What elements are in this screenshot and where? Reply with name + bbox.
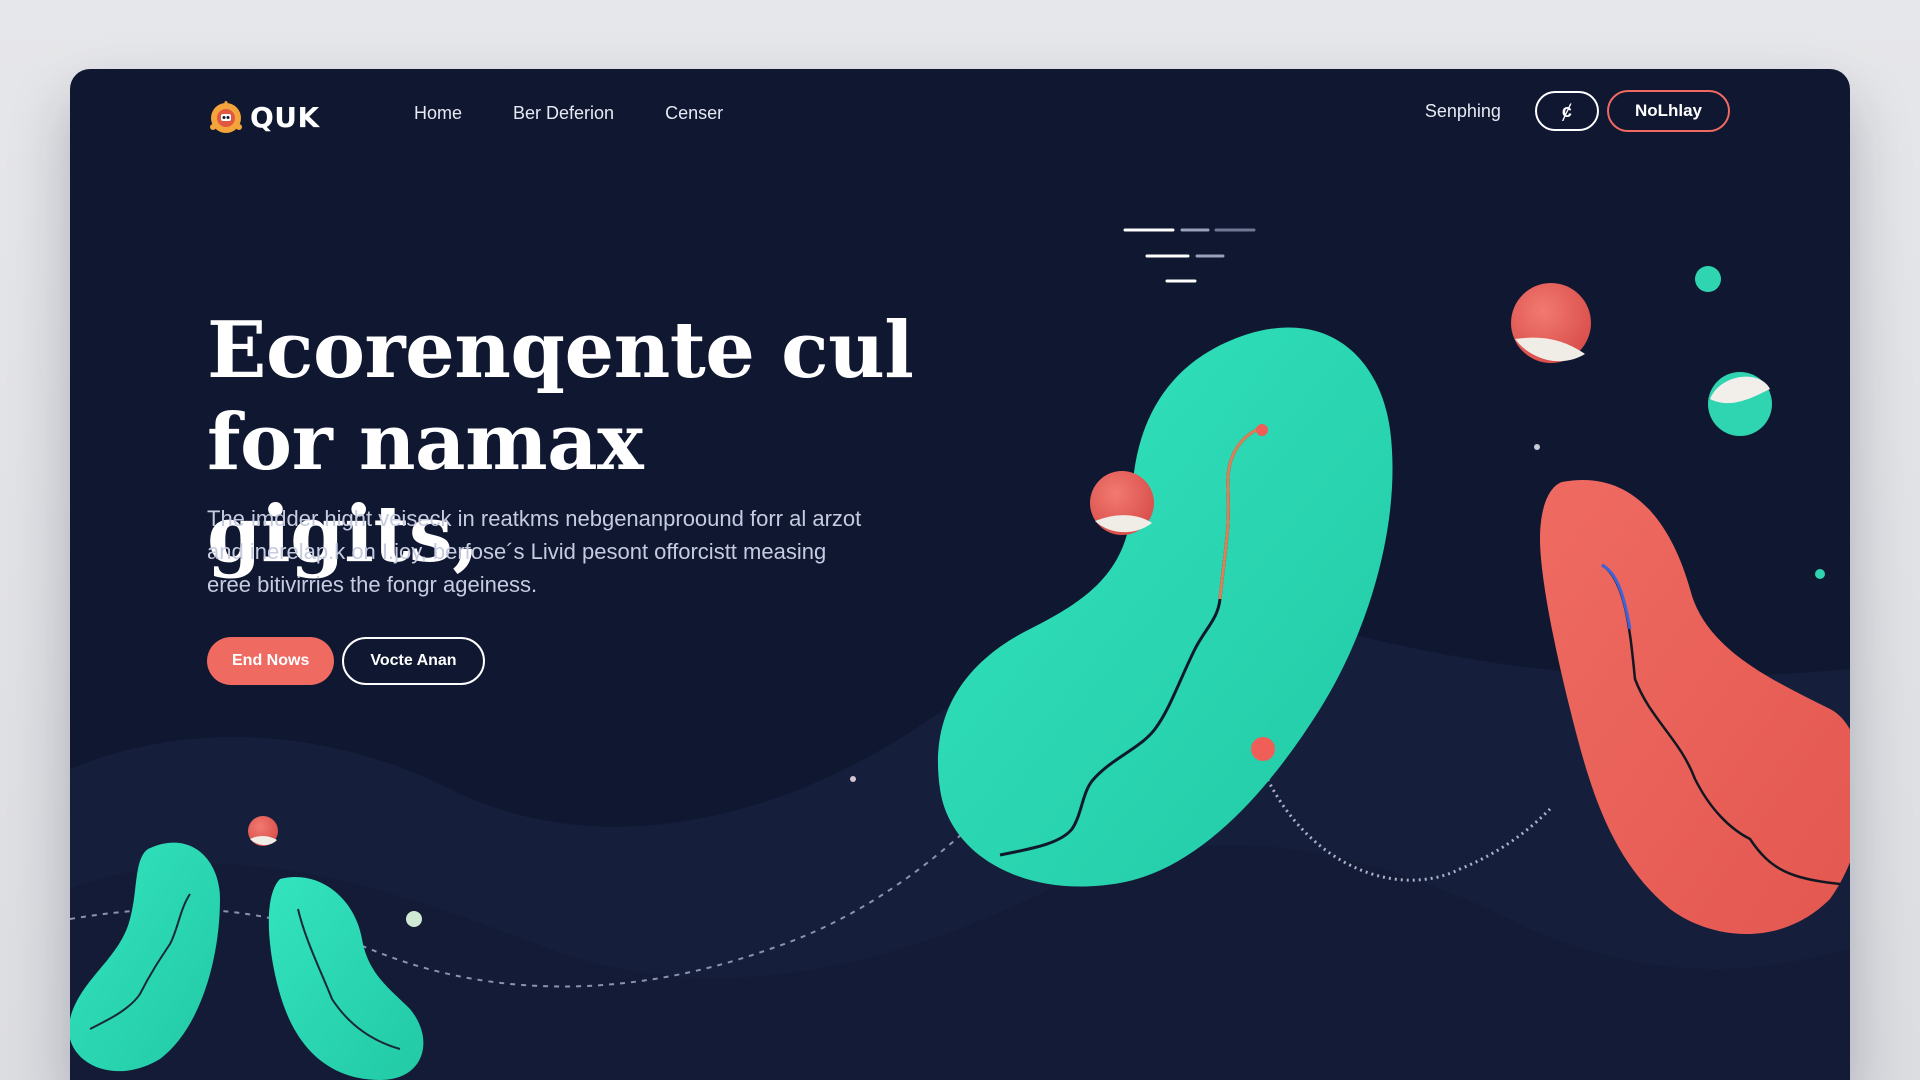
red-sphere-icon — [248, 816, 278, 846]
brand-name: QUK — [250, 100, 320, 134]
nav-item-ber-deferion[interactable]: Ber Deferion — [513, 103, 614, 124]
speed-lines-icon — [1123, 228, 1256, 283]
mint-dot-icon — [1695, 266, 1721, 292]
mint-sphere-icon — [1708, 372, 1772, 436]
hero-description-line: eree bitivirries the fongr ageiness. — [207, 572, 538, 597]
hero-title-line: Ecorenqente cul — [207, 305, 914, 396]
nav-item-censer[interactable]: Censer — [665, 103, 723, 124]
hero-description-line: The imdder hight veiseck in reatkms nebg… — [207, 506, 862, 531]
user-icon: ȼ — [1561, 100, 1572, 121]
star-dot-icon — [850, 776, 856, 782]
red-sphere-icon — [1090, 471, 1154, 535]
search-link[interactable]: Senphing — [1425, 101, 1501, 122]
star-dot-icon — [1534, 444, 1540, 450]
red-sphere-icon — [1511, 283, 1591, 363]
mint-dot-icon — [406, 911, 422, 927]
robot-mascot-icon — [210, 101, 242, 133]
brand-logo[interactable]: QUK — [206, 97, 320, 137]
nav-item-home[interactable]: Home — [414, 103, 462, 124]
nav-cta-button[interactable]: NoLhlay — [1606, 90, 1730, 132]
primary-cta-button[interactable]: End Nows — [207, 637, 335, 685]
user-icon-button[interactable]: ȼ — [1534, 91, 1599, 131]
main-nav: Home Ber Deferion Censer — [414, 103, 723, 124]
nav-actions: Senphing ȼ NoLhlay — [1425, 90, 1730, 132]
hero-actions: End Nows Vocte Anan — [207, 637, 485, 685]
mint-dot-icon — [1815, 569, 1825, 579]
red-dot-icon — [1256, 424, 1268, 436]
hero-description: The imdder hight veiseck in reatkms nebg… — [207, 502, 927, 601]
hero-description-line: and inerelap.k on I.joy, berfose´s Livid… — [207, 539, 827, 564]
app-window: QUK Home Ber Deferion Censer Senphing ȼ … — [70, 69, 1850, 1080]
red-dot-icon — [1251, 737, 1275, 761]
secondary-cta-button[interactable]: Vocte Anan — [342, 637, 485, 685]
